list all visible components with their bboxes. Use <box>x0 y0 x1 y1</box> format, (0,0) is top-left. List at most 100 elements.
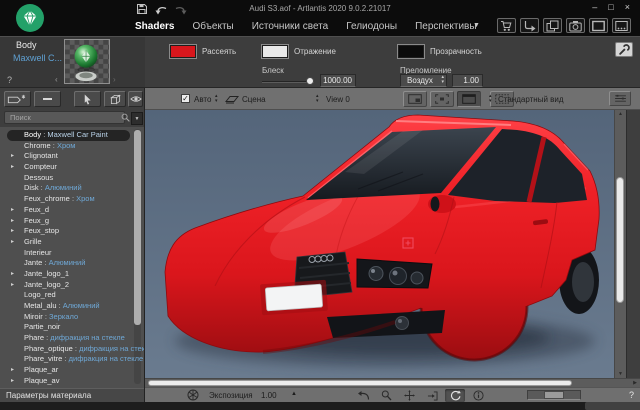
scene-stepper-icon[interactable]: ▴▾ <box>215 94 218 103</box>
shader-list-item[interactable]: ▸Feux_stop : <box>0 226 144 237</box>
prev-preview-arrow[interactable]: ‹ <box>55 75 58 84</box>
shader-list-item[interactable]: ▸Plaque_av : <box>0 376 144 387</box>
view-selector[interactable]: View 0 <box>326 95 350 104</box>
dropdown-stepper-icon[interactable]: ▴▾ <box>441 75 444 85</box>
orbit-tool-button[interactable] <box>445 389 465 402</box>
expand-arrow-icon[interactable]: ▸ <box>11 280 14 291</box>
shader-list-item[interactable]: ▸Jante_logo_1 : <box>0 269 144 280</box>
expand-arrow-icon[interactable]: ▸ <box>11 269 14 280</box>
minimize-button[interactable]: – <box>592 2 597 12</box>
reflection-color-swatch[interactable] <box>262 45 288 58</box>
view-stepper-icon[interactable]: ▴▾ <box>316 94 319 103</box>
refraction-value-field[interactable]: 1.00 <box>452 74 483 87</box>
menu-item[interactable]: Объекты <box>192 21 233 32</box>
3d-preview-canvas[interactable] <box>145 110 614 378</box>
duplicate-button[interactable] <box>543 18 562 33</box>
window-view-button[interactable] <box>457 91 481 107</box>
shader-list-item[interactable]: ▸Dessous : <box>0 173 144 184</box>
view-mode-selector[interactable]: Стандартный вид <box>498 95 564 104</box>
next-preview-arrow[interactable]: › <box>113 75 116 84</box>
walkthrough-tool-button[interactable] <box>422 389 442 402</box>
shader-list-item[interactable]: ▸Chrome : Хром <box>0 141 144 152</box>
expand-arrow-icon[interactable]: ▸ <box>11 205 14 216</box>
transparency-color-swatch[interactable] <box>398 45 424 58</box>
horizontal-scrollbar-thumb[interactable] <box>148 380 572 386</box>
expand-arrow-icon[interactable]: ▸ <box>11 376 14 387</box>
shader-tag-button[interactable] <box>4 91 31 107</box>
pan-tool-button[interactable] <box>399 389 419 402</box>
expand-arrow-icon[interactable]: ▸ <box>11 162 14 173</box>
menu-item[interactable]: Гелиодоны <box>346 21 397 32</box>
material-tools-button[interactable] <box>615 42 633 57</box>
zoom-tool-button[interactable] <box>376 389 396 402</box>
shine-slider-knob[interactable] <box>306 77 314 85</box>
shader-list-item[interactable]: ▸Logo_red : <box>0 290 144 301</box>
material-preview-thumbnail[interactable] <box>64 39 110 84</box>
material-params-footer[interactable]: Параметры материала <box>0 388 144 402</box>
shader-list-item[interactable]: ▸Phare_vitre : дифракция на стекле <box>0 354 144 365</box>
render-camera-button[interactable] <box>566 18 585 33</box>
shader-list-item[interactable]: ▸Interieur : <box>0 248 144 259</box>
menu-item[interactable]: Shaders <box>135 21 174 32</box>
shader-list-item[interactable]: ▸Plaque_ar : <box>0 365 144 376</box>
scene-label[interactable]: Сцена <box>242 95 266 104</box>
search-filter-button[interactable]: ▼ <box>131 112 143 125</box>
scroll-right-icon[interactable]: ▶ <box>633 380 637 386</box>
media-store-cart-button[interactable] <box>497 18 516 33</box>
perspectives-caret-icon[interactable]: ▼ <box>473 22 480 29</box>
shader-list-item[interactable]: ▸Phare_optique : дифракция на стекле <box>0 344 144 355</box>
display-zoom-handle[interactable] <box>544 391 564 399</box>
refraction-medium-dropdown[interactable]: Воздух ▴▾ <box>400 74 447 87</box>
remove-shader-button[interactable] <box>34 91 61 107</box>
redirect-arrow-button[interactable] <box>520 18 539 33</box>
expand-arrow-icon[interactable]: ▸ <box>11 365 14 376</box>
render-settings-icon[interactable] <box>187 389 199 401</box>
shader-list-item[interactable]: ▸Phare : дифракция на стекле <box>0 333 144 344</box>
display-zoom-slider[interactable] <box>527 390 581 400</box>
undo-button[interactable] <box>154 3 168 15</box>
undo-view-button[interactable] <box>353 389 373 402</box>
render-frame-button[interactable] <box>589 18 608 33</box>
expand-arrow-icon[interactable]: ▸ <box>11 216 14 227</box>
close-button[interactable]: × <box>625 2 630 12</box>
viewmode-stepper-icon[interactable]: ▴▾ <box>489 94 492 103</box>
exposure-up-icon[interactable]: ▲ <box>291 391 297 397</box>
visibility-eye-button[interactable] <box>128 91 143 107</box>
redo-button[interactable] <box>173 3 187 15</box>
shader-list-item[interactable]: ▸Disk : Алюминий <box>0 183 144 194</box>
object-mode-button[interactable] <box>104 91 126 107</box>
expand-arrow-icon[interactable]: ▸ <box>11 226 14 237</box>
maximize-button[interactable]: □ <box>608 2 613 12</box>
shader-list-item[interactable]: ▸Grille : <box>0 237 144 248</box>
viewport-help-label[interactable]: ? <box>629 390 634 400</box>
shader-list-item[interactable]: ▸Feux_d : <box>0 205 144 216</box>
exposure-value[interactable]: 1.00 <box>261 391 277 400</box>
display-options-button[interactable] <box>609 91 631 106</box>
select-tool-button[interactable] <box>74 91 101 107</box>
info-button[interactable] <box>468 389 488 402</box>
shine-value-field[interactable]: 1000.00 <box>320 74 356 87</box>
menu-item[interactable]: Перспективы <box>415 21 476 32</box>
shader-list-item[interactable]: ▸Metal_alu : Алюминий <box>0 301 144 312</box>
horizontal-scrollbar[interactable]: ▶ <box>145 378 640 387</box>
expand-arrow-icon[interactable]: ▸ <box>11 151 14 162</box>
save-button[interactable] <box>135 3 149 15</box>
shader-list-item[interactable]: ▸Feux_chrome : Хром <box>0 194 144 205</box>
shader-list-item[interactable]: ▸Compteur : <box>0 162 144 173</box>
shader-list-item[interactable]: ▸Partie_noir : <box>0 322 144 333</box>
shader-list-item[interactable]: ▸Jante_logo_2 : <box>0 280 144 291</box>
shader-list-item[interactable]: ▸Body : Maxwell Car Paint <box>7 130 130 141</box>
shader-list-item[interactable]: ▸Jante : Алюминий <box>0 258 144 269</box>
shader-list-item[interactable]: ▸Feux_g : <box>0 216 144 227</box>
expand-arrow-icon[interactable]: ▸ <box>11 237 14 248</box>
auto-checkbox[interactable]: ✓ <box>181 94 190 103</box>
search-input[interactable]: Поиск <box>4 111 125 124</box>
shader-list-item[interactable]: ▸Clignotant : <box>0 151 144 162</box>
vertical-scrollbar-thumb[interactable] <box>616 177 624 303</box>
fullscreen-view-button[interactable] <box>430 91 454 107</box>
shader-list-item[interactable]: ▸Miroir : Зеркало <box>0 312 144 323</box>
scroll-down-icon[interactable]: ▼ <box>615 371 626 377</box>
batch-render-button[interactable] <box>612 18 631 33</box>
shader-type-link[interactable]: Maxwell C... <box>13 53 62 63</box>
layout-view-button[interactable] <box>403 91 427 107</box>
